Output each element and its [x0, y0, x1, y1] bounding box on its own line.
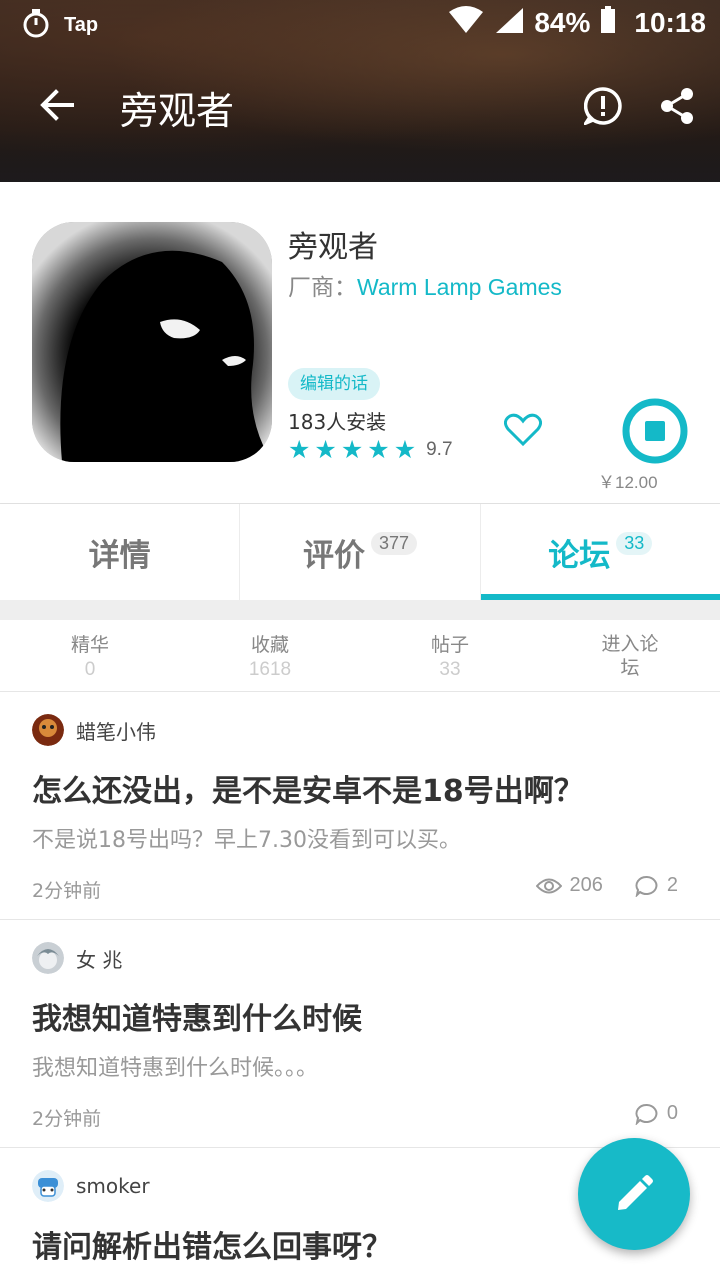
star-icon: ★ — [288, 435, 311, 464]
back-arrow-icon — [40, 89, 74, 121]
battery-percent: 84% — [534, 6, 591, 38]
stat-posts[interactable]: 帖子 33 — [360, 620, 540, 691]
forum-post[interactable]: 女 兆 我想知道特惠到什么时候 我想知道特惠到什么时候。。。 2分钟前 0 — [0, 920, 720, 1148]
enter-forum-label: 进入论坛 — [601, 633, 659, 679]
author-name: 女 兆 — [76, 947, 123, 972]
stat-value: 33 — [439, 659, 461, 680]
stop-download-icon — [622, 398, 688, 464]
battery-icon — [600, 6, 616, 39]
wifi-icon — [448, 6, 484, 39]
stopwatch-icon — [22, 8, 50, 43]
app-info-card: 旁观者 厂商：Warm Lamp Games 编辑的话 183人安装 ★ ★ ★… — [0, 182, 720, 504]
stat-value: 1618 — [248, 659, 292, 680]
comment-count: 0 — [635, 1102, 678, 1125]
vendor-label: 厂商： — [288, 275, 357, 301]
tab-forum[interactable]: 论坛 33 — [480, 504, 720, 600]
page-title: 旁观者 — [120, 89, 235, 133]
comment-count-value: 0 — [666, 1102, 678, 1124]
post-title: 请问解析出错怎么回事呀？ — [32, 1230, 392, 1265]
stat-label: 收藏 — [250, 634, 289, 656]
vendor-link[interactable]: Warm Lamp Games — [357, 274, 562, 300]
back-button[interactable] — [30, 82, 82, 128]
stat-label: 帖子 — [430, 634, 469, 656]
avatar — [32, 714, 64, 746]
stat-label: 精华 — [70, 634, 109, 656]
tab-reviews[interactable]: 评价 377 — [240, 504, 481, 600]
editor-note-badge[interactable]: 编辑的话 — [288, 368, 380, 400]
avatar — [32, 1170, 64, 1202]
tab-bar: 详情 评价 377 论坛 33 — [0, 504, 720, 600]
author-name: smoker — [76, 1174, 150, 1198]
install-count: 183人安装 — [288, 410, 387, 434]
top-navigation: 旁观者 — [0, 72, 720, 138]
star-icon: ★ — [340, 435, 364, 464]
star-icon: ★ — [314, 435, 337, 464]
section-divider — [0, 600, 720, 620]
tab-count-badge: 377 — [370, 531, 418, 555]
clock: 10:18 — [634, 6, 706, 38]
view-count-value: 206 — [569, 874, 603, 896]
eye-icon — [535, 878, 562, 893]
stat-value: 0 — [84, 659, 96, 680]
stat-featured[interactable]: 精华 0 — [0, 620, 180, 691]
tab-count-badge: 33 — [616, 531, 653, 555]
star-icon: ★ — [367, 435, 390, 464]
forum-stats-bar: 精华 0 收藏 1618 帖子 33 进入论坛 — [0, 620, 720, 692]
share-icon — [661, 88, 693, 124]
tab-label: 详情 — [88, 537, 151, 574]
comment-count-value: 2 — [666, 874, 678, 896]
post-author[interactable]: 女 兆 — [32, 942, 122, 974]
post-title: 我想知道特惠到什么时候 — [32, 1002, 362, 1037]
tab-label: 论坛 — [548, 537, 611, 574]
comment-icon — [635, 1103, 658, 1125]
post-excerpt: 我想知道特惠到什么时候。。。 — [32, 1056, 319, 1081]
favorite-button[interactable] — [500, 408, 546, 452]
post-author[interactable]: smoker — [32, 1170, 150, 1202]
tab-details[interactable]: 详情 — [0, 504, 241, 600]
star-icon: ★ — [393, 435, 417, 464]
post-time: 2分钟前 — [32, 880, 102, 902]
forum-post[interactable]: 蜡笔小伟 怎么还没出，是不是安卓不是18号出啊？ 不是说18号出吗？早上7.30… — [0, 692, 720, 920]
view-count: 206 — [535, 874, 603, 897]
rating-stars: ★ ★ ★ ★ ★ 9.7 — [288, 436, 453, 464]
signal-icon — [494, 6, 524, 39]
report-button[interactable] — [578, 82, 628, 130]
post-title: 怎么还没出，是不是安卓不是18号出啊？ — [32, 774, 584, 809]
app-name: 旁观者 — [288, 230, 378, 265]
comment-icon — [635, 875, 658, 897]
share-button[interactable] — [652, 82, 702, 130]
avatar — [32, 942, 64, 974]
post-meta: 0 — [635, 1102, 678, 1125]
tab-label: 评价 — [302, 537, 365, 574]
rating-score: 9.7 — [426, 439, 453, 460]
status-bar: Tap 84% 10:18 — [0, 0, 720, 48]
app-icon[interactable] — [32, 222, 272, 462]
report-icon — [584, 87, 622, 125]
header-banner: Tap 84% 10:18 旁观者 — [0, 0, 720, 182]
download-control-button[interactable] — [622, 398, 688, 464]
price: ￥12.00 — [598, 473, 658, 492]
post-author[interactable]: 蜡笔小伟 — [32, 714, 156, 746]
edit-pencil-icon — [618, 1175, 653, 1210]
post-meta: 206 2 — [535, 874, 678, 897]
new-post-button[interactable] — [578, 1138, 690, 1250]
post-time: 2分钟前 — [32, 1108, 102, 1130]
vendor-line: 厂商：Warm Lamp Games — [288, 268, 562, 302]
stat-favorites[interactable]: 收藏 1618 — [180, 620, 360, 691]
post-excerpt: 不是说18号出吗？早上7.30没看到可以买。 — [32, 828, 461, 853]
heart-icon — [504, 413, 542, 447]
enter-forum-button[interactable]: 进入论坛 — [540, 620, 720, 691]
status-app-name: Tap — [64, 14, 99, 36]
comment-count: 2 — [635, 874, 678, 897]
author-name: 蜡笔小伟 — [76, 719, 156, 744]
